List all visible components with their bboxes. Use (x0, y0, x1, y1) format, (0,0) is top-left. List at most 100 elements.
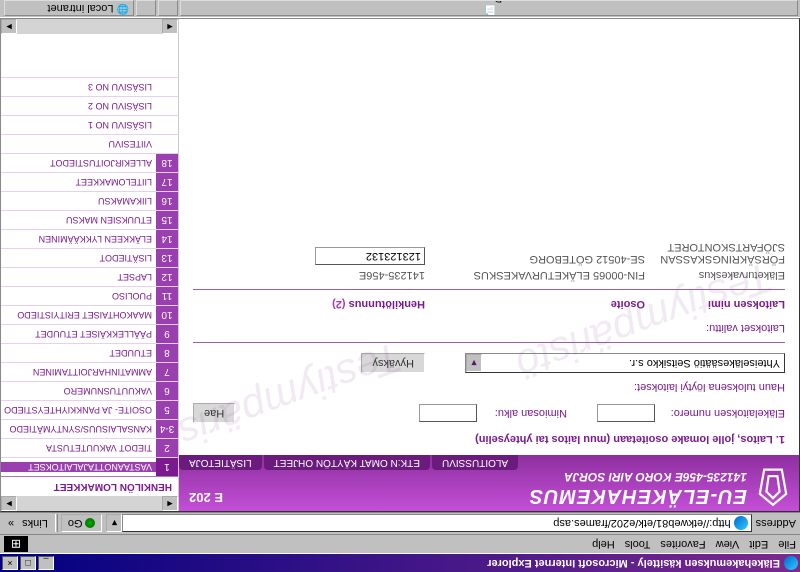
scroll-left-icon[interactable]: ◄ (162, 19, 178, 34)
nav-item-label: LISÄSIVU NO 1 (1, 120, 156, 130)
input-henkilotunnus[interactable] (315, 247, 425, 265)
main-pane: EU-ELÄKEHAKEMUS 141235-456E KORO AIRI SO… (179, 19, 799, 511)
nav-item[interactable]: 11PUOLISO (1, 286, 178, 305)
nav-item-label: LISÄTIEDOT (1, 253, 156, 263)
nav-item[interactable]: VIITESIVU (1, 134, 178, 153)
nav-item-number (156, 116, 178, 134)
tab-aloitussivu[interactable]: ALOITUSSIVU (432, 455, 518, 470)
menubar: File Edit View Favorites Tools Help (0, 534, 800, 554)
links-expand[interactable]: » (4, 518, 18, 530)
nav-item-number: 6 (156, 382, 178, 400)
laitos-select[interactable]: Yhteiseläkesäätiö Seitsikko s.r. ▼ (465, 353, 785, 373)
nav-item[interactable]: 18ALLEKIRJOITUSTIEDOT (1, 153, 178, 172)
nav-item-label: LIIKAMAKSU (1, 196, 156, 206)
col-henkilo: Henkilötunnus (2) (305, 298, 425, 310)
statusbar: Done Local intranet (0, 0, 800, 18)
nav-item-label: VIITESIVU (1, 139, 156, 149)
menu-file[interactable]: File (778, 538, 796, 550)
hae-button[interactable]: Hae (193, 403, 235, 423)
status-zone: Local intranet (4, 1, 134, 17)
addressbar: Address http://etkweb81/etk/e202/frames.… (0, 512, 800, 534)
nav-item[interactable]: 13LISÄTIEDOT (1, 248, 178, 267)
nav-item-number: 9 (156, 325, 178, 343)
minimize-button[interactable]: _ (38, 556, 54, 570)
nav-item-label: VASTAANOTTAJALAITOKSET (1, 462, 156, 472)
nav-item[interactable]: 2TIEDOT VAKUUTETUSTA (1, 438, 178, 457)
cell-osoite: FIN-00065 ELÄKETURVAKESKUS (425, 269, 645, 281)
nav-item[interactable]: 10MAAKOHTAISET ERITYISTIEDO (1, 305, 178, 324)
nav-item-label: PUOLISO (1, 291, 156, 301)
divider (193, 289, 785, 290)
app-header: EU-ELÄKEHAKEMUS 141235-456E KORO AIRI SO… (179, 455, 799, 511)
nav-item[interactable]: LISÄSIVU NO 2 (1, 96, 178, 115)
nav-item[interactable]: 5OSOITE- JA PANKKIYHTEYSTIEDO (1, 400, 178, 419)
scroll-track[interactable] (17, 496, 162, 511)
tab-lisatietoja[interactable]: LISÄTIETOJA (179, 455, 262, 470)
table-row: Eläketurvakeskus FIN-00065 ELÄKETURVAKES… (193, 269, 785, 281)
label-valittu: Laitokset valittu: (193, 322, 785, 334)
nav-item[interactable]: 17LIITELOMAKKEET (1, 172, 178, 191)
nav-list: 1VASTAANOTTAJALAITOKSET2TIEDOT VAKUUTETU… (1, 34, 178, 476)
links-label[interactable]: Links (18, 518, 52, 530)
nav-item[interactable]: 16LIIKAMAKSU (1, 191, 178, 210)
scroll-right-icon[interactable]: ► (1, 19, 17, 34)
etk-logo-icon (751, 463, 795, 507)
nav-item[interactable]: LISÄSIVU NO 3 (1, 77, 178, 96)
nav-item-label: LAPSET (1, 272, 156, 282)
nav-item-number: 11 (156, 287, 178, 305)
nav-item[interactable]: LISÄSIVU NO 1 (1, 115, 178, 134)
select-value: Yhteiseläkesäätiö Seitsikko s.r. (482, 357, 784, 369)
nav-item[interactable]: 14ELÄKKEEN LYKKÄÄMINEN (1, 229, 178, 248)
tab-ohjeet[interactable]: ETK:N OMAT KÄYTÖN OHJEET (264, 455, 430, 470)
nav-item-label: ALLEKIRJOITUSTIEDOT (1, 158, 156, 168)
label-nimiosa: Nimiosan alku: (477, 407, 567, 419)
nav-item[interactable]: 9PÄÄLLEKKÄISET ETUUDET (1, 324, 178, 343)
input-nimiosa[interactable] (419, 404, 477, 422)
ie-icon (784, 556, 798, 570)
cell-nimi: Eläketurvakeskus (645, 269, 785, 281)
chevron-down-icon[interactable]: ▼ (466, 354, 482, 372)
nav-item-number: 5 (156, 401, 178, 419)
menu-tools[interactable]: Tools (625, 538, 651, 550)
pair-link[interactable]: (2) (332, 298, 345, 310)
menu-help[interactable]: Help (592, 538, 615, 550)
nav-item[interactable]: 12LAPSET (1, 267, 178, 286)
nav-item-number: 2 (156, 439, 178, 457)
nav-item-number (156, 78, 178, 96)
nav-item-label: KANSALAISUUS/SYNTYMÄTIEDO (1, 424, 156, 434)
nav-item[interactable]: 1VASTAANOTTAJALAITOKSET (1, 457, 178, 476)
content-area: EU-ELÄKEHAKEMUS 141235-456E KORO AIRI SO… (0, 18, 800, 512)
form-code: E 202 (189, 490, 223, 505)
page-icon (734, 517, 748, 531)
input-numero[interactable] (597, 404, 655, 422)
scroll-left-icon[interactable]: ◄ (162, 496, 178, 511)
nav-item[interactable]: 3-4KANSALAISUUS/SYNTYMÄTIEDO (1, 419, 178, 438)
status-cell (136, 1, 156, 17)
close-button[interactable]: × (2, 556, 18, 570)
nav-item-number (156, 135, 178, 153)
go-button[interactable]: Go (61, 515, 103, 533)
throbber-icon (4, 536, 28, 552)
nav-item-number: 17 (156, 173, 178, 191)
menu-edit[interactable]: Edit (749, 538, 768, 550)
nav-item[interactable]: 6VAKUUTUSNUMERO (1, 381, 178, 400)
scroll-track[interactable] (17, 19, 162, 34)
label-numero: Eläkelaitoksen numero: (655, 407, 785, 419)
cell-osoite: SE-40512 GÖTEBORG (425, 241, 645, 265)
nav-item-label: LISÄSIVU NO 2 (1, 101, 156, 111)
address-input[interactable]: http://etkweb81/etk/e202/frames.asp (123, 515, 752, 533)
hyvaksy-button[interactable]: Hyväksy (361, 353, 425, 373)
nav-item-number (156, 97, 178, 115)
menu-favorites[interactable]: Favorites (660, 538, 705, 550)
nav-item-label: VAKUUTUSNUMERO (1, 386, 156, 396)
menu-view[interactable]: View (716, 538, 740, 550)
nav-item[interactable]: 8ETUUDET (1, 343, 178, 362)
status-cell (158, 1, 178, 17)
nav-item[interactable]: 7AMMATINHARJOITTAMINEN (1, 362, 178, 381)
cell-henkilo: 141235-456E (305, 269, 425, 281)
address-dropdown[interactable]: ▼ (107, 515, 123, 533)
nav-item[interactable]: 15ETUUKSIEN MAKSU (1, 210, 178, 229)
scroll-right-icon[interactable]: ► (1, 496, 17, 511)
nav-item-number: 8 (156, 344, 178, 362)
maximize-button[interactable]: □ (20, 556, 36, 570)
